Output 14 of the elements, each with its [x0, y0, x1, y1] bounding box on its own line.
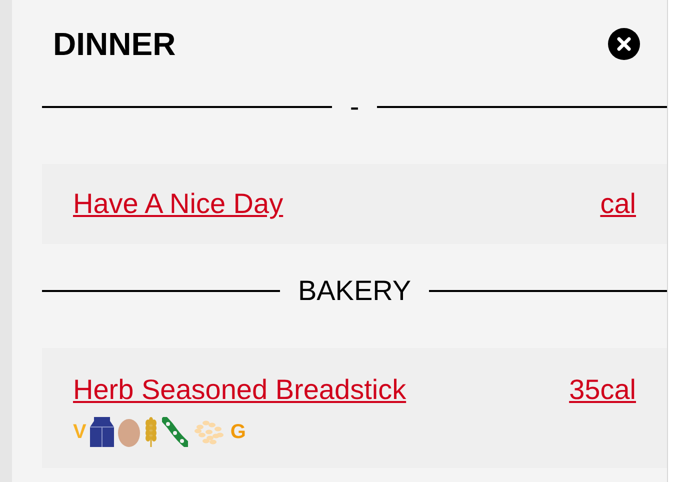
- close-icon[interactable]: [608, 28, 640, 60]
- meal-title: DINNER: [53, 25, 176, 64]
- menu-item-link[interactable]: Have A Nice Day: [73, 183, 284, 225]
- calories-link[interactable]: 35cal: [569, 369, 636, 411]
- section-heading: -: [350, 90, 360, 124]
- section-heading: BAKERY: [298, 274, 412, 308]
- calories-link[interactable]: cal: [600, 183, 636, 225]
- soybean-pod-icon: [162, 417, 188, 447]
- wheat-icon: [144, 417, 158, 447]
- allergen-letter-icon: V: [73, 422, 86, 442]
- allergen-letter-icon: G: [230, 422, 246, 442]
- milk-carton-icon: [90, 417, 114, 447]
- menu-item-link[interactable]: Herb Seasoned Breadstick: [73, 369, 406, 411]
- egg-icon: [118, 417, 140, 447]
